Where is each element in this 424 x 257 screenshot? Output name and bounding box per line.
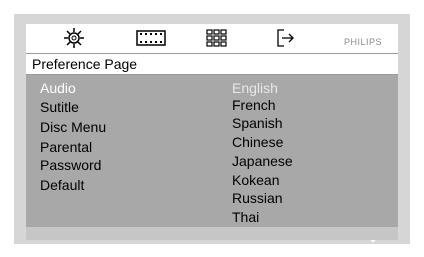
icon-tab-bar: PHILIPS [26, 24, 398, 53]
film-icon[interactable] [136, 30, 166, 46]
page-title: Preference Page [32, 56, 138, 72]
grid-icon[interactable] [206, 29, 228, 47]
page-title-bar: Preference Page [26, 53, 398, 75]
menu-item-audio[interactable]: Audio [40, 79, 76, 97]
menu-item-default[interactable]: Default [40, 176, 84, 194]
option-english[interactable]: English [232, 79, 278, 97]
bottom-bar [26, 227, 398, 240]
option-french[interactable]: French [232, 96, 276, 114]
option-russian[interactable]: Russian [232, 189, 283, 207]
option-kokean[interactable]: Kokean [232, 171, 279, 189]
option-chinese[interactable]: Chinese [232, 133, 283, 151]
option-spanish[interactable]: Spanish [232, 114, 283, 132]
exit-icon[interactable] [276, 28, 296, 48]
menu-item-parental[interactable]: Parental [40, 138, 92, 156]
settings-panel: Audio Sutitle Disc Menu Parental Passwor… [26, 75, 398, 243]
menu-item-subtitle[interactable]: Sutitle [40, 98, 79, 116]
menu-item-disc-menu[interactable]: Disc Menu [40, 118, 106, 136]
option-thai[interactable]: Thai [232, 208, 259, 226]
option-japanese[interactable]: Japanese [232, 152, 293, 170]
brand-logo: PHILIPS [344, 37, 383, 47]
menu-item-password[interactable]: Password [40, 156, 101, 174]
gear-icon[interactable] [63, 27, 85, 49]
